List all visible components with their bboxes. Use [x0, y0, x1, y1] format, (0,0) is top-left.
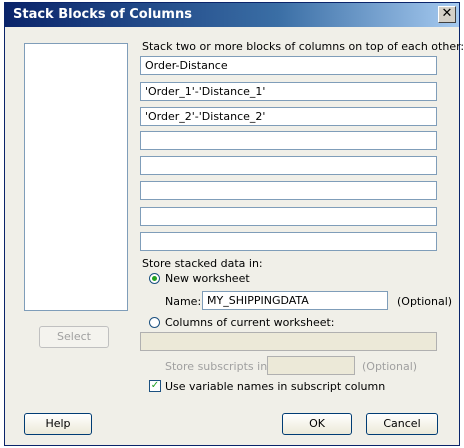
instructions-label: Stack two or more blocks of columns on t… [142, 40, 464, 53]
block-input-2[interactable]: 'Order_1'-'Distance_1' [140, 82, 437, 101]
dialog-window: Stack Blocks of Columns ✕ Stack two or m… [4, 2, 464, 446]
columns-current-radio[interactable] [149, 317, 160, 328]
cancel-button[interactable]: Cancel [366, 413, 438, 435]
block-input-1[interactable]: Order-Distance [140, 56, 437, 75]
use-names-label: Use variable names in subscript column [165, 380, 386, 393]
block-input-4[interactable] [140, 131, 437, 150]
worksheet-name-input[interactable]: MY_SHIPPINGDATA [202, 291, 388, 310]
title-bar: Stack Blocks of Columns ✕ [5, 3, 459, 27]
use-names-checkbox[interactable]: ✓ [149, 380, 161, 392]
new-worksheet-radio[interactable] [149, 273, 160, 284]
block-input-8[interactable] [140, 232, 437, 251]
close-icon: ✕ [441, 6, 453, 21]
store-label: Store stacked data in: [142, 257, 263, 270]
subscripts-optional-label: (Optional) [362, 360, 418, 373]
block-input-7[interactable] [140, 207, 437, 226]
variables-listbox[interactable] [24, 43, 128, 311]
new-worksheet-label: New worksheet [165, 272, 250, 285]
select-button[interactable]: Select [39, 326, 109, 348]
block-input-5[interactable] [140, 156, 437, 175]
columns-input[interactable] [140, 332, 437, 351]
name-label: Name: [165, 295, 202, 308]
columns-current-label: Columns of current worksheet: [165, 316, 335, 329]
subscripts-input[interactable] [267, 356, 355, 375]
block-input-3[interactable]: 'Order_2'-'Distance_2' [140, 107, 437, 126]
block-input-6[interactable] [140, 181, 437, 200]
checkmark-icon: ✓ [150, 380, 160, 391]
name-optional-label: (Optional) [397, 295, 453, 308]
help-button[interactable]: Help [24, 413, 92, 435]
close-button[interactable]: ✕ [438, 6, 456, 23]
dialog-content: Stack two or more blocks of columns on t… [5, 27, 464, 445]
dialog-title: Stack Blocks of Columns [13, 7, 192, 22]
subscripts-label: Store subscripts in: [165, 360, 271, 373]
ok-button[interactable]: OK [282, 413, 352, 435]
